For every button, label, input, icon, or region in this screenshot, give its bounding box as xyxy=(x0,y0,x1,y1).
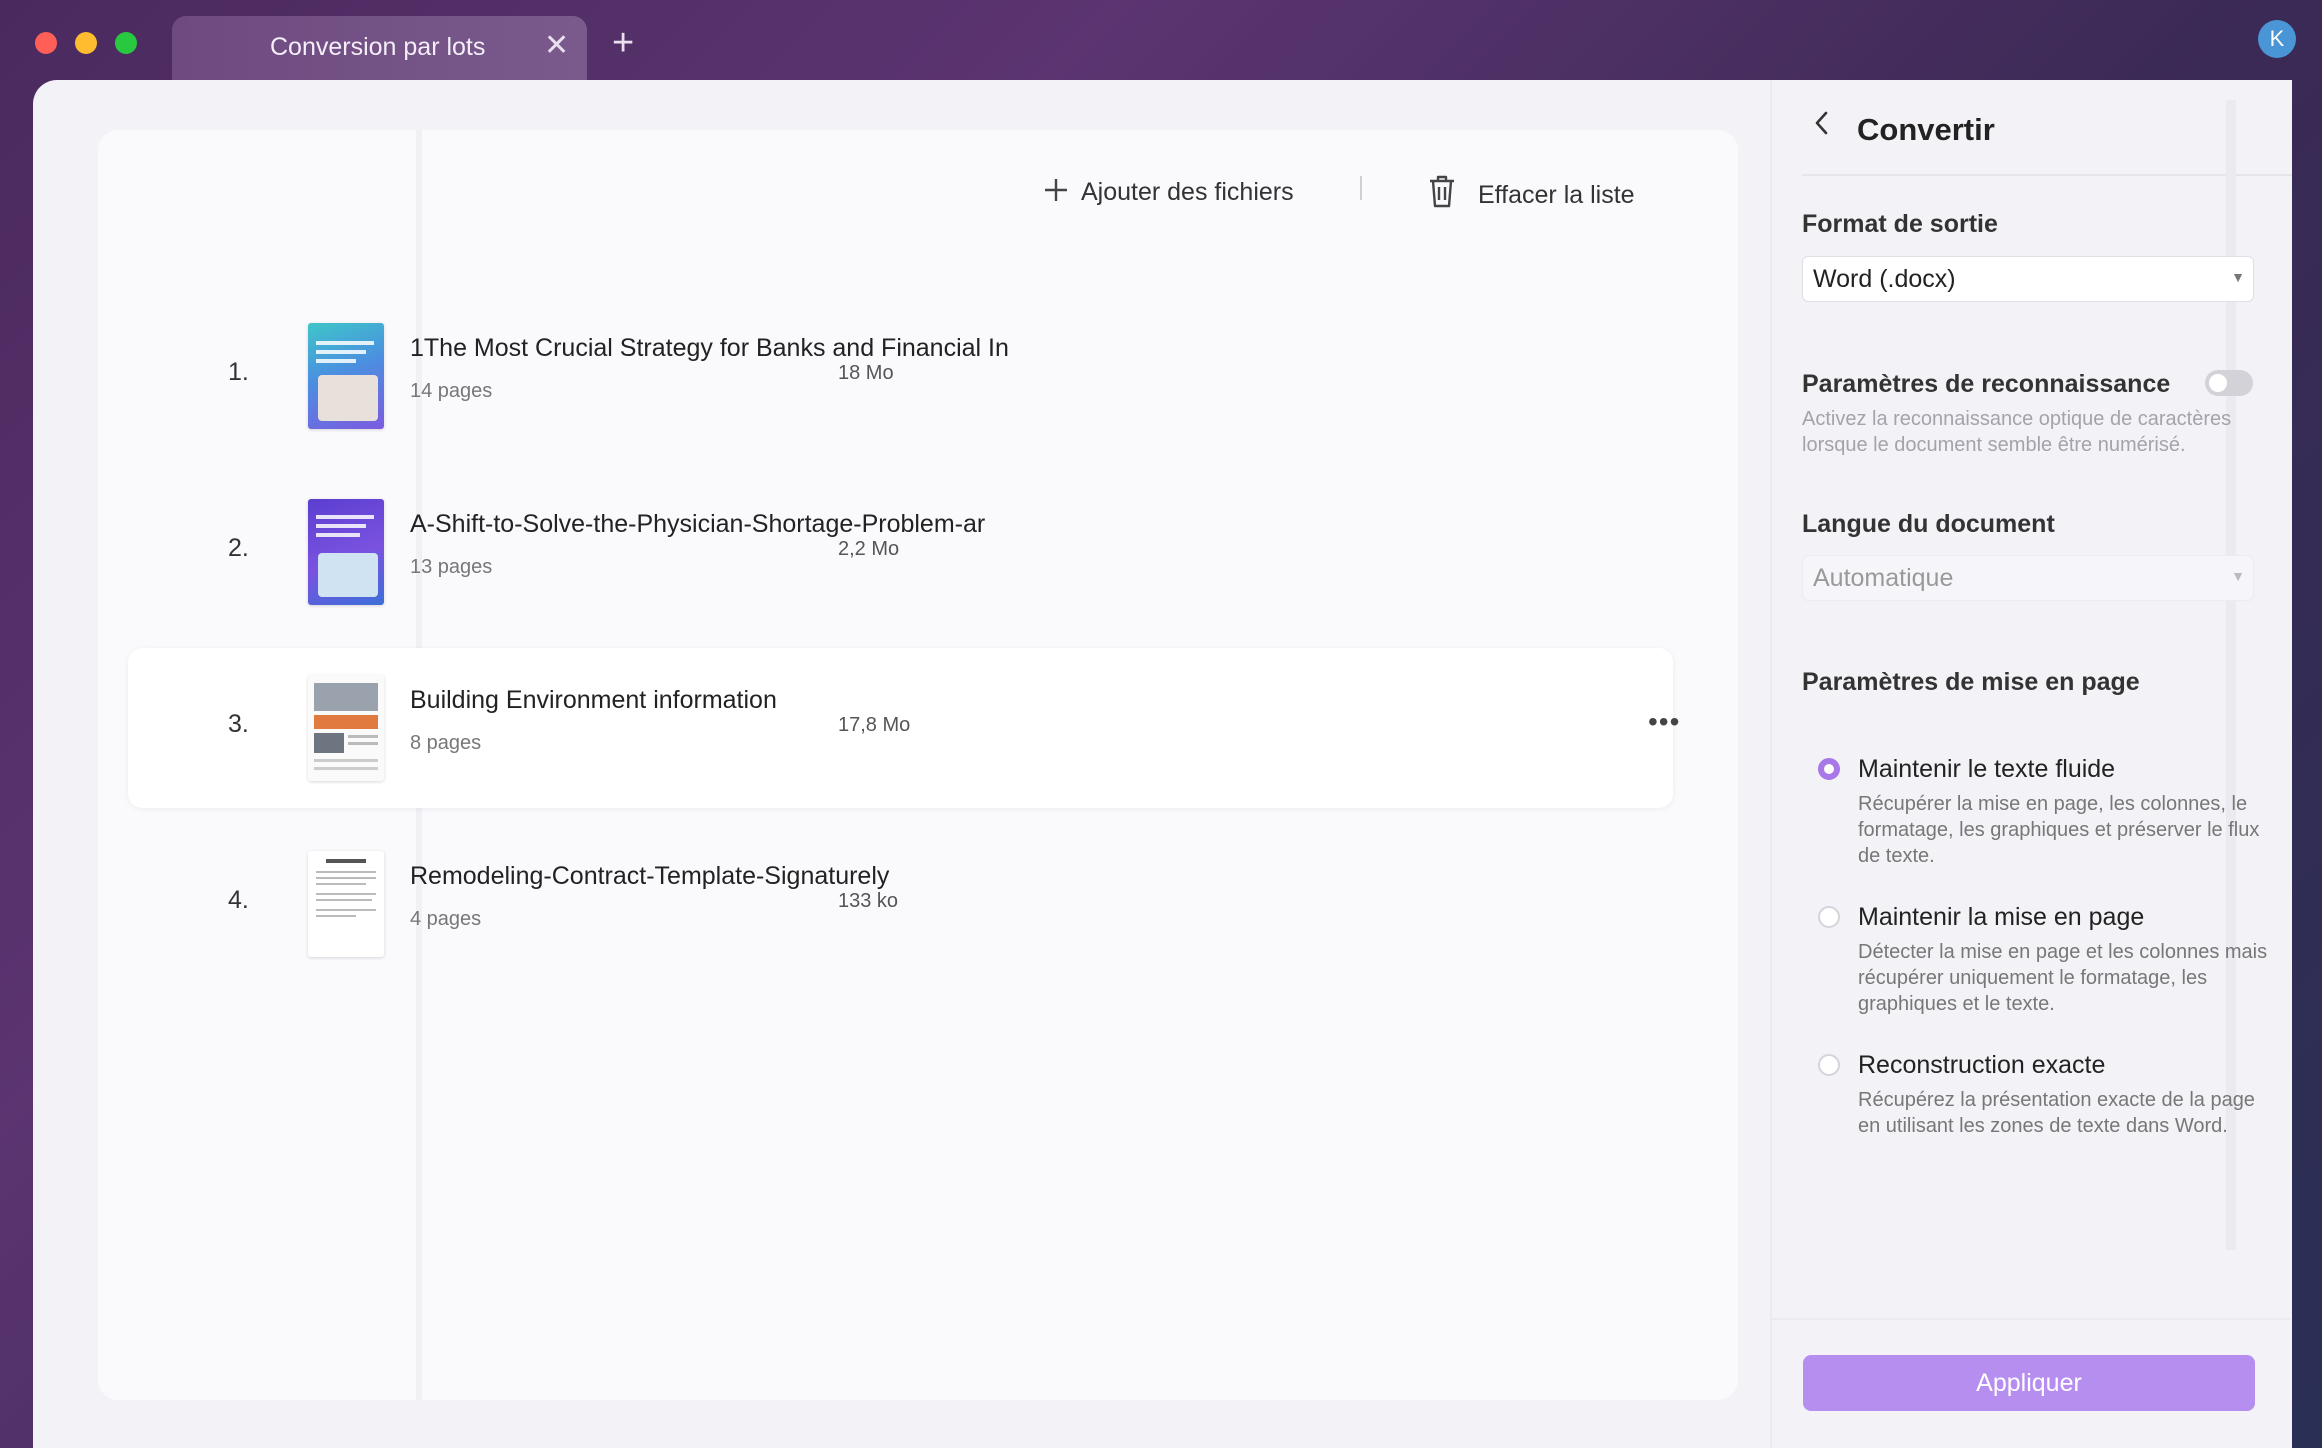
panel-footer-divider xyxy=(1770,1318,2290,1320)
tab-conversion[interactable]: Conversion par lots ✕ xyxy=(172,16,587,80)
row-number: 2. xyxy=(228,534,249,562)
file-size: 18 Mo xyxy=(838,362,894,384)
close-tab-icon[interactable]: ✕ xyxy=(544,28,569,63)
trash-icon xyxy=(1426,173,1458,218)
row-number: 4. xyxy=(228,886,249,914)
file-pages: 8 pages xyxy=(410,732,482,754)
layout-option-flowing-desc: Récupérer la mise en page, les colonnes,… xyxy=(1858,793,2260,867)
file-row[interactable]: 4. Remodeling-Contract-Template-Signatur… xyxy=(128,824,1673,984)
file-row[interactable]: 2. A-Shift-to-Solve-the-Physician-Shorta… xyxy=(128,472,1673,632)
add-files-label: Ajouter des fichiers xyxy=(1081,178,1294,206)
more-options-icon[interactable]: ••• xyxy=(1648,706,1680,738)
language-select[interactable]: Automatique ▼ xyxy=(1802,555,2254,601)
layout-option-exact-radio[interactable] xyxy=(1818,1054,1840,1076)
panel-title: Convertir xyxy=(1857,112,1995,147)
layout-option-keep-layout-label[interactable]: Maintenir la mise en page xyxy=(1858,903,2144,932)
clear-list-button[interactable]: Effacer la liste xyxy=(1426,173,1635,218)
avatar[interactable]: K xyxy=(2258,20,2296,58)
document-thumbnail xyxy=(308,499,384,605)
clear-list-label: Effacer la liste xyxy=(1478,181,1635,209)
dropdown-caret-icon: ▼ xyxy=(2231,269,2245,285)
layout-option-keep-layout-radio[interactable] xyxy=(1818,906,1840,928)
back-arrow-icon[interactable] xyxy=(1812,108,1832,147)
dropdown-caret-icon: ▼ xyxy=(2231,568,2245,584)
title-bar: Conversion par lots ✕ + K xyxy=(0,0,2322,80)
row-number: 1. xyxy=(228,358,249,386)
toolbar-divider xyxy=(1360,176,1362,200)
file-row-selected[interactable]: 3. Building Environment information 8 pa… xyxy=(128,648,1679,808)
new-tab-icon[interactable]: + xyxy=(612,24,634,62)
layout-option-exact-label[interactable]: Reconstruction exacte xyxy=(1858,1051,2105,1080)
output-format-select[interactable]: Word (.docx) ▼ xyxy=(1802,256,2254,302)
apply-button[interactable]: Appliquer xyxy=(1803,1355,2255,1411)
file-pages: 14 pages xyxy=(410,380,493,402)
add-files-button[interactable]: Ajouter des fichiers xyxy=(1043,173,1294,212)
panel-header: Convertir xyxy=(1772,80,2292,175)
file-row[interactable]: 1. 1The Most Crucial Strategy for Banks … xyxy=(128,296,1673,456)
zoom-window-button[interactable] xyxy=(115,32,137,54)
file-title: Building Environment information xyxy=(410,686,777,714)
file-size: 17,8 Mo xyxy=(838,714,911,736)
plus-icon xyxy=(1043,173,1069,212)
layout-option-exact-desc: Récupérez la présentation exacte de la p… xyxy=(1858,1089,2255,1137)
file-size: 2,2 Mo xyxy=(838,538,900,560)
file-title: A-Shift-to-Solve-the-Physician-Shortage-… xyxy=(410,510,986,538)
file-size: 133 ko xyxy=(838,890,899,912)
ocr-label: Paramètres de reconnaissance xyxy=(1802,370,2171,398)
language-label: Langue du document xyxy=(1802,510,2055,538)
language-value: Automatique xyxy=(1813,564,1954,592)
file-pages: 4 pages xyxy=(410,908,482,930)
layout-option-flowing-label[interactable]: Maintenir le texte fluide xyxy=(1858,755,2115,784)
file-title: 1The Most Crucial Strategy for Banks and… xyxy=(410,334,1009,362)
document-thumbnail xyxy=(308,323,384,429)
document-thumbnail xyxy=(308,675,384,781)
close-window-button[interactable] xyxy=(35,32,57,54)
toggle-knob xyxy=(2209,374,2227,392)
file-pages: 13 pages xyxy=(410,556,493,578)
row-number: 3. xyxy=(228,710,249,738)
output-format-label: Format de sortie xyxy=(1802,210,1998,238)
tab-title: Conversion par lots xyxy=(270,33,486,61)
document-thumbnail xyxy=(308,851,384,957)
ocr-help-text: Activez la reconnaissance optique de car… xyxy=(1802,408,2232,456)
output-format-value: Word (.docx) xyxy=(1813,265,1956,293)
ocr-toggle[interactable] xyxy=(2205,370,2253,396)
layout-option-flowing-radio[interactable] xyxy=(1818,758,1840,780)
panel-divider xyxy=(1802,174,2292,176)
layout-settings-label: Paramètres de mise en page xyxy=(1802,668,2140,696)
minimize-window-button[interactable] xyxy=(75,32,97,54)
file-title: Remodeling-Contract-Template-Signaturely xyxy=(410,862,890,890)
layout-option-keep-layout-desc: Détecter la mise en page et les colonnes… xyxy=(1858,941,2268,1015)
